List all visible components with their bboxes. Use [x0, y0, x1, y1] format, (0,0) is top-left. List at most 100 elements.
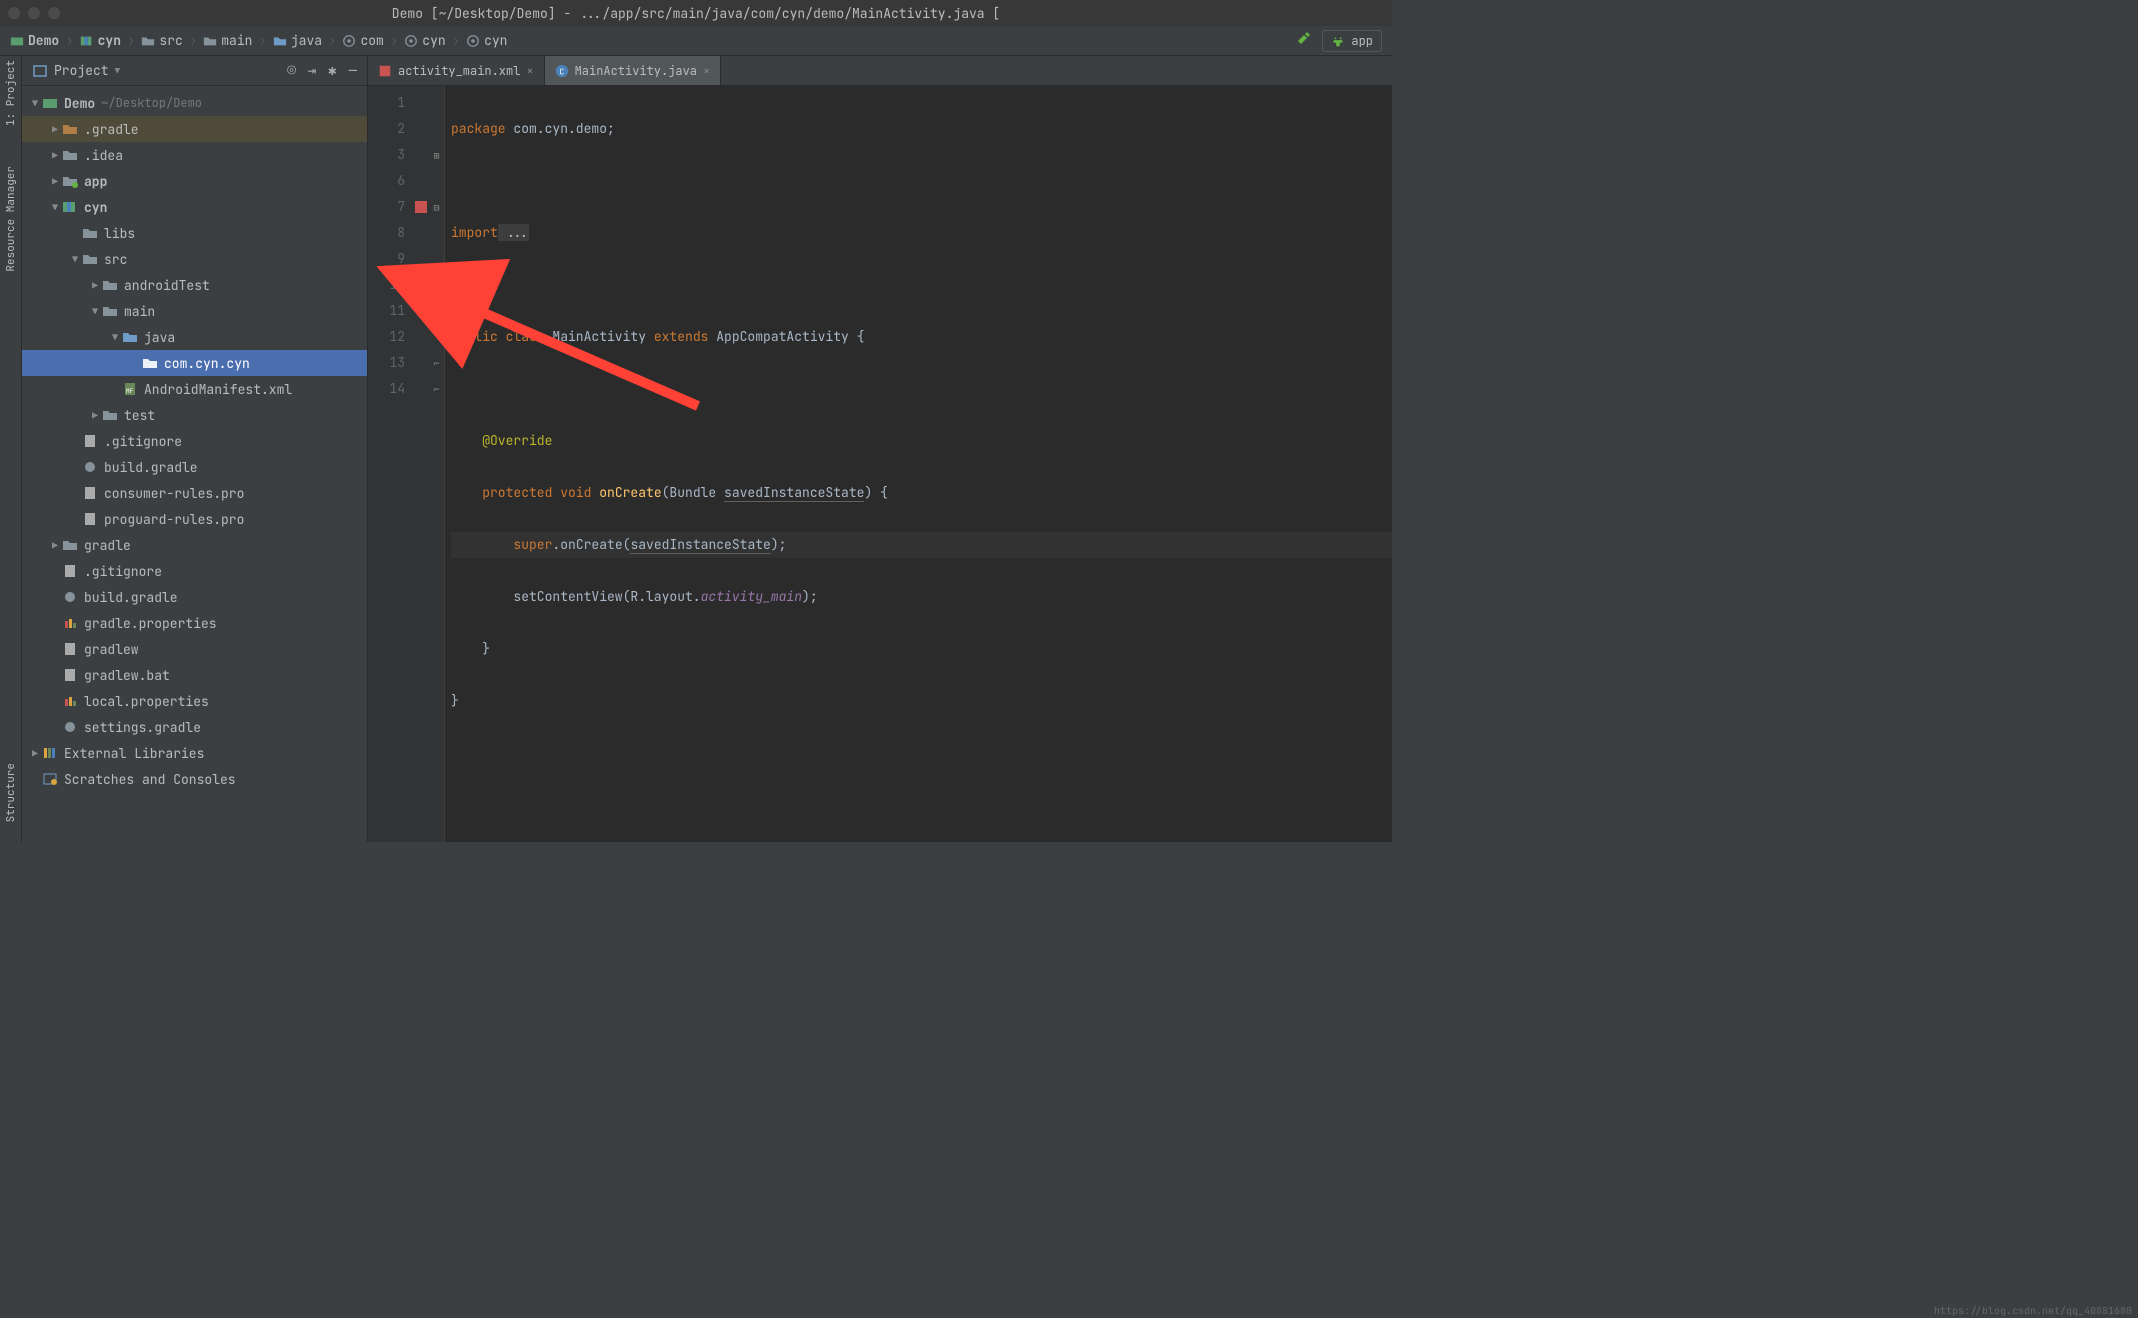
editor-tabs: activity_main.xml × C MainActivity.java … — [368, 56, 1392, 86]
crumb-folder[interactable]: main — [203, 32, 252, 49]
gradle-icon — [62, 589, 78, 605]
tab-main-activity[interactable]: C MainActivity.java × — [545, 56, 722, 85]
class-gutter-icon[interactable] — [413, 194, 429, 220]
crumb-folder[interactable]: java — [273, 32, 322, 49]
folder-icon — [102, 277, 118, 293]
crumb-folder[interactable]: src — [141, 32, 182, 49]
fold-toggle-icon[interactable]: ⊟ — [429, 272, 444, 298]
crumb-package[interactable]: com — [342, 32, 383, 49]
tree-item-gradle[interactable]: ▶.gradle — [22, 116, 367, 142]
line-number-gutter: 1 2 3 6 7 8 9 10 11 12 13 14 — [368, 86, 413, 842]
minimize-window-icon[interactable] — [28, 7, 40, 19]
run-config-selector[interactable]: app — [1322, 30, 1382, 52]
file-icon — [62, 667, 78, 683]
chevron-down-icon: ▼ — [48, 201, 62, 214]
project-panel: Project ▼ ◎ ⇥ ✱ — ▼Demo~/Desktop/Demo ▶.… — [22, 56, 368, 842]
hide-icon[interactable]: — — [349, 62, 357, 80]
gear-icon[interactable]: ✱ — [328, 62, 336, 80]
folder-icon — [82, 225, 98, 241]
tree-item-src[interactable]: ▼src — [22, 246, 367, 272]
fold-end-icon: ⌐ — [429, 376, 444, 402]
file-icon — [82, 485, 98, 501]
maximize-window-icon[interactable] — [48, 7, 60, 19]
tree-item-gitignore[interactable]: .gitignore — [22, 428, 367, 454]
fold-toggle-icon[interactable]: ⊟ — [429, 194, 444, 220]
chevron-down-icon: ▼ — [28, 97, 42, 110]
code-editor[interactable]: 1 2 3 6 7 8 9 10 11 12 13 14 — [368, 86, 1392, 842]
chevron-right-icon: ▶ — [28, 747, 42, 760]
tree-item-test[interactable]: ▶test — [22, 402, 367, 428]
chevron-right-icon: › — [127, 32, 135, 50]
tree-item-gradle-dir[interactable]: ▶gradle — [22, 532, 367, 558]
tree-item-gitignore2[interactable]: .gitignore — [22, 558, 367, 584]
select-opened-file-icon[interactable]: ◎ — [287, 62, 295, 80]
tree-item-package[interactable]: com.cyn.cyn — [22, 350, 367, 376]
tree-item-main[interactable]: ▼main — [22, 298, 367, 324]
svg-text:C: C — [559, 67, 564, 77]
tree-item-app[interactable]: ▶app — [22, 168, 367, 194]
tree-item-gradlew-bat[interactable]: gradlew.bat — [22, 662, 367, 688]
tree-item-external-libs[interactable]: ▶External Libraries — [22, 740, 367, 766]
override-gutter-icon[interactable] — [413, 272, 429, 298]
folder-icon — [62, 147, 78, 163]
tree-root[interactable]: ▼Demo~/Desktop/Demo — [22, 90, 367, 116]
properties-icon — [62, 615, 78, 631]
tree-item-consumer-rules[interactable]: consumer-rules.pro — [22, 480, 367, 506]
tree-item-androidtest[interactable]: ▶androidTest — [22, 272, 367, 298]
close-icon[interactable]: × — [703, 63, 710, 79]
tree-item-build-gradle2[interactable]: build.gradle — [22, 584, 367, 610]
close-icon[interactable]: × — [526, 63, 533, 79]
breadcrumb: Demo › cyn › src › main › java › com › c… — [10, 32, 507, 50]
properties-icon — [62, 693, 78, 709]
chevron-right-icon: › — [328, 32, 336, 50]
tree-item-libs[interactable]: libs — [22, 220, 367, 246]
xml-file-icon: MF — [122, 381, 138, 397]
file-icon — [62, 641, 78, 657]
chevron-down-icon: ▼ — [115, 65, 120, 77]
tree-item-manifest[interactable]: MFAndroidManifest.xml — [22, 376, 367, 402]
tree-item-build-gradle[interactable]: build.gradle — [22, 454, 367, 480]
tree-item-proguard[interactable]: proguard-rules.pro — [22, 506, 367, 532]
chevron-right-icon: › — [390, 32, 398, 50]
code-content[interactable]: package com.cyn.demo; import ... public … — [445, 86, 1392, 842]
navigation-bar: Demo › cyn › src › main › java › com › c… — [0, 26, 1392, 56]
module-icon — [62, 199, 78, 215]
window-controls — [8, 7, 60, 19]
folder-icon — [102, 303, 118, 319]
svg-text:MF: MF — [126, 387, 134, 395]
file-icon — [62, 563, 78, 579]
chevron-right-icon: ▶ — [88, 409, 102, 422]
crumb-package[interactable]: cyn — [404, 32, 445, 49]
tab-activity-main[interactable]: activity_main.xml × — [368, 56, 545, 85]
crumb-module[interactable]: cyn — [80, 32, 121, 49]
gradle-icon — [62, 719, 78, 735]
panel-title[interactable]: Project ▼ — [32, 62, 120, 79]
build-icon[interactable] — [1296, 31, 1312, 51]
tree-item-gradlew[interactable]: gradlew — [22, 636, 367, 662]
tree-item-cyn[interactable]: ▼cyn — [22, 194, 367, 220]
tree-item-settings-gradle[interactable]: settings.gradle — [22, 714, 367, 740]
crumb-project[interactable]: Demo — [10, 32, 59, 49]
chevron-right-icon: ▶ — [48, 175, 62, 188]
tab-project[interactable]: 1: Project — [4, 60, 18, 126]
crumb-package[interactable]: cyn — [466, 32, 507, 49]
tree-item-local-properties[interactable]: local.properties — [22, 688, 367, 714]
folder-icon — [62, 537, 78, 553]
module-icon — [62, 173, 78, 189]
tree-item-gradle-properties[interactable]: gradle.properties — [22, 610, 367, 636]
toolbar-right: app — [1296, 30, 1382, 52]
collapse-all-icon[interactable]: ⇥ — [308, 62, 316, 80]
tree-item-scratches[interactable]: Scratches and Consoles — [22, 766, 367, 792]
close-window-icon[interactable] — [8, 7, 20, 19]
chevron-right-icon: › — [258, 32, 266, 50]
tree-item-java[interactable]: ▼java — [22, 324, 367, 350]
fold-toggle-icon[interactable]: ⊞ — [429, 142, 444, 168]
folder-icon — [82, 251, 98, 267]
project-icon — [42, 95, 58, 111]
tab-resource-manager[interactable]: Resource Manager — [4, 166, 18, 272]
project-tree[interactable]: ▼Demo~/Desktop/Demo ▶.gradle ▶.idea ▶app… — [22, 86, 367, 842]
editor-area: activity_main.xml × C MainActivity.java … — [368, 56, 1392, 842]
tab-structure[interactable]: Structure — [4, 763, 18, 822]
chevron-right-icon: ▶ — [48, 149, 62, 162]
tree-item-idea[interactable]: ▶.idea — [22, 142, 367, 168]
